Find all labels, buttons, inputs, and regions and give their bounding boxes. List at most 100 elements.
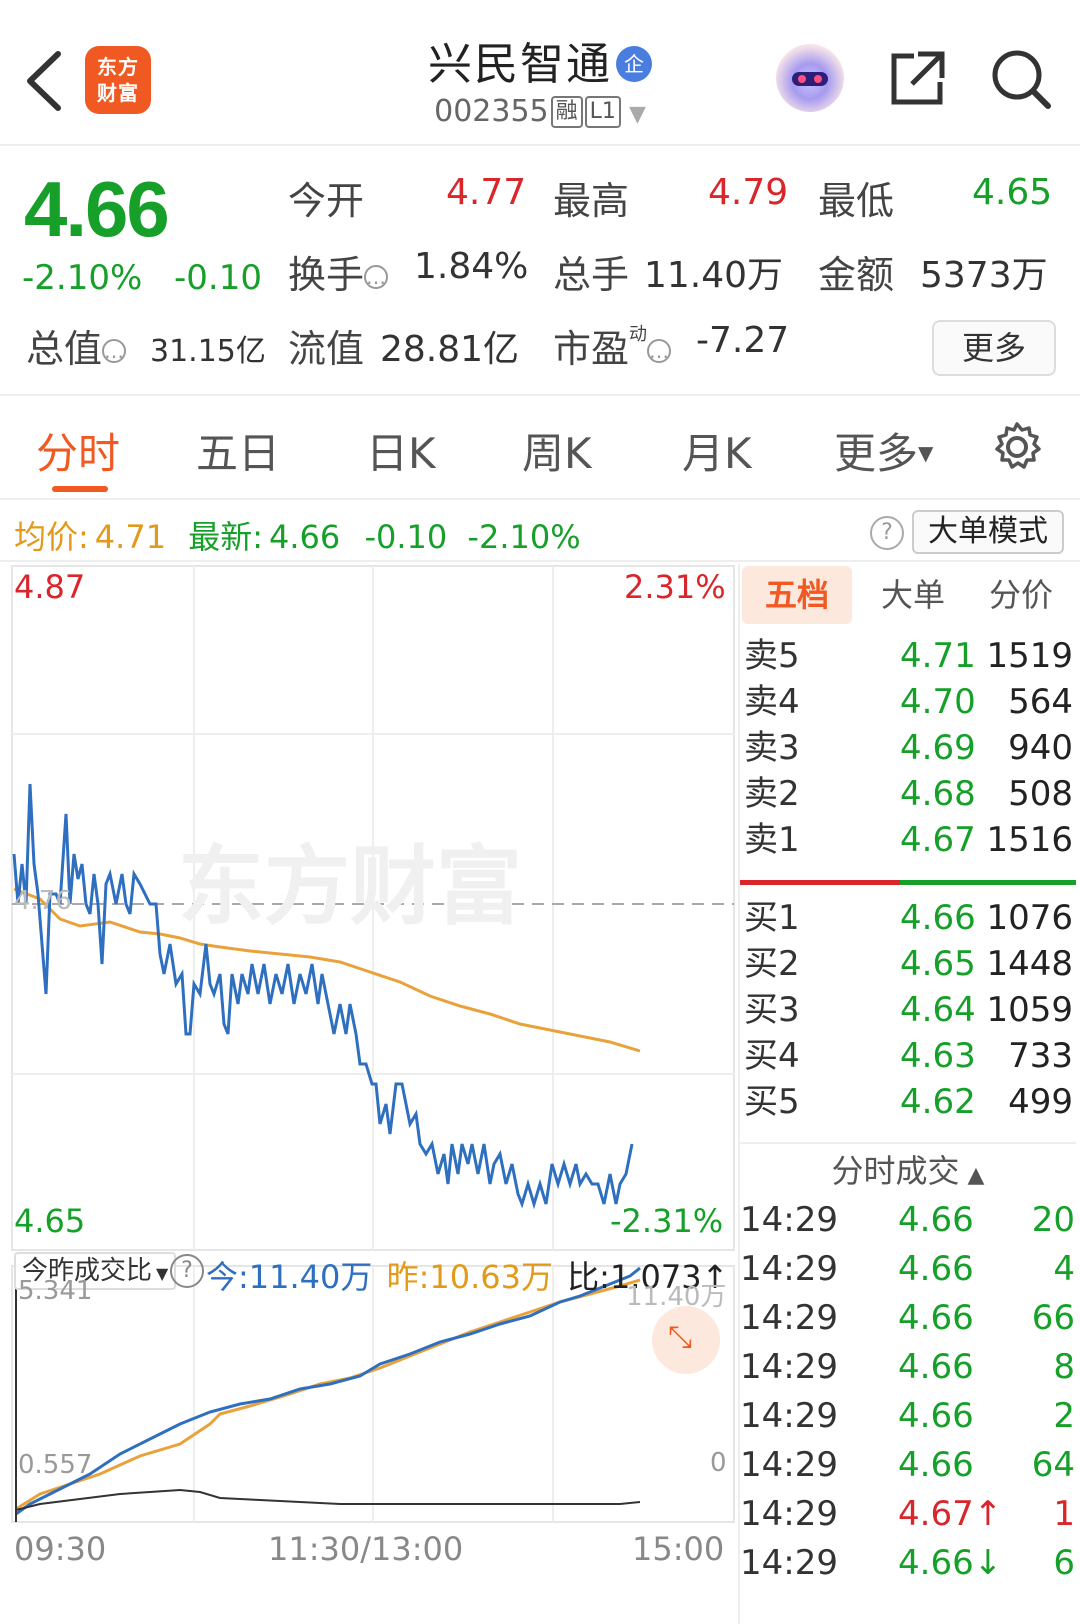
ask-volume: 564: [1008, 682, 1073, 722]
tick-row: 14:29 4.67↑ 1: [740, 1490, 1075, 1539]
big-order-mode-button[interactable]: 大单模式: [912, 510, 1064, 554]
tab-more[interactable]: 更多▼: [834, 420, 933, 481]
ask-volume: 1519: [986, 636, 1073, 676]
pe-label[interactable]: 市盈动…: [553, 318, 672, 373]
tick-price: 4.66: [898, 1347, 974, 1387]
bid-price: 4.64: [900, 990, 976, 1030]
time-end: 15:00: [632, 1530, 725, 1568]
tick-row: 14:29 4.66 2: [740, 1392, 1075, 1441]
bid-price: 4.62: [900, 1082, 976, 1122]
ask-label: 卖1: [744, 820, 800, 860]
avg-label: 均价:: [14, 518, 89, 556]
vol-axis-bottom-left: 0.557: [18, 1450, 93, 1480]
tick-price: 4.66: [898, 1396, 974, 1436]
tick-price: 4.66: [898, 1445, 974, 1485]
mascot-icon[interactable]: [776, 44, 844, 112]
change-pct: -2.10%: [22, 258, 143, 298]
gear-icon[interactable]: [990, 420, 1044, 474]
tick-price: 4.66↓: [898, 1543, 1003, 1583]
divider: [740, 1142, 1076, 1144]
ask-bid-split-green: [900, 880, 1076, 885]
ask-row: 卖3 4.69 940: [740, 724, 1075, 772]
ask-label: 卖3: [744, 728, 800, 768]
ask-bid-split-red: [740, 880, 900, 885]
more-button[interactable]: 更多: [932, 320, 1056, 376]
stock-code: 002355: [434, 94, 549, 129]
bid-row: 买2 4.65 1448: [740, 940, 1075, 988]
tick-time: 14:29: [740, 1543, 838, 1583]
tick-price: 4.66: [898, 1249, 974, 1289]
bid-label: 买2: [744, 944, 800, 984]
ask-row: 卖1 4.67 1516: [740, 816, 1075, 864]
tab-weekly-k[interactable]: 周K: [522, 420, 592, 481]
tick-price: 4.66: [898, 1200, 974, 1240]
info-icon[interactable]: …: [102, 339, 127, 363]
intraday-chart[interactable]: 东方财富: [0, 564, 736, 1624]
info-icon[interactable]: …: [647, 339, 672, 363]
axis-price-high: 4.87: [14, 568, 86, 606]
ask-price: 4.67: [900, 820, 976, 860]
tick-volume: 2: [1053, 1396, 1075, 1436]
pe-value: -7.27: [696, 320, 790, 361]
tick-volume: 6: [1053, 1543, 1075, 1583]
mktcap-label[interactable]: 总值…: [26, 318, 127, 373]
tick-row: 14:29 4.66 66: [740, 1294, 1075, 1343]
caret-down-icon: ▼: [628, 102, 646, 127]
tab-five-levels[interactable]: 五档: [742, 566, 852, 624]
tick-volume: 64: [1031, 1445, 1075, 1485]
quote-panel: 4.66 -2.10% -0.10 今开 4.77 最高 4.79 最低 4.6…: [0, 148, 1080, 396]
bid-volume: 499: [1008, 1082, 1073, 1122]
low-label: 最低: [818, 179, 895, 223]
mktcap-value: 31.15亿: [150, 334, 266, 369]
tick-row: 14:29 4.66↓ 6: [740, 1539, 1075, 1588]
info-icon[interactable]: …: [364, 265, 389, 289]
axis-pct-high: 2.31%: [624, 568, 726, 606]
vol-axis-top-left: 5.341: [18, 1276, 93, 1306]
tab-price-dist[interactable]: 分价: [966, 566, 1076, 624]
ask-volume: 508: [1008, 774, 1073, 814]
today-volume-line: [15, 1266, 641, 1516]
bid-volume: 733: [1008, 1036, 1073, 1076]
tab-daily-k[interactable]: 日K: [366, 420, 436, 481]
ticks-header[interactable]: 分时成交 ▲: [740, 1146, 1076, 1201]
tab-monthly-k[interactable]: 月K: [682, 420, 752, 481]
ask-label: 卖4: [744, 682, 800, 722]
ask-row: 卖4 4.70 564: [740, 678, 1075, 726]
prev-close-label: 4.76: [14, 886, 72, 916]
turnover-value: 1.84%: [414, 246, 529, 287]
latest-value: 4.66: [269, 518, 341, 556]
ask-volume: 940: [1008, 728, 1073, 768]
help-icon[interactable]: ?: [170, 1254, 204, 1288]
ask-price: 4.68: [900, 774, 976, 814]
search-icon[interactable]: [990, 48, 1052, 110]
bid-volume: 1076: [986, 898, 1073, 938]
tick-row: 14:29 4.66 8: [740, 1343, 1075, 1392]
axis-pct-low: -2.31%: [610, 1202, 724, 1240]
bid-label: 买1: [744, 898, 800, 938]
share-icon[interactable]: [888, 50, 946, 108]
tick-time: 14:29: [740, 1396, 838, 1436]
open-value: 4.77: [446, 172, 527, 213]
avg-value: 4.71: [94, 518, 167, 556]
expand-icon[interactable]: ⤡: [668, 1320, 692, 1355]
chart-area[interactable]: 东方财富 4.87 2.31% 4.65 -2.31% 4.76 今昨成交比 ▼ …: [0, 564, 736, 1624]
tick-time: 14:29: [740, 1494, 838, 1534]
vol-axis-bottom-right: 0: [710, 1448, 727, 1478]
help-icon[interactable]: ?: [870, 516, 904, 550]
bid-label: 买4: [744, 1036, 800, 1076]
tab-five-day[interactable]: 五日: [196, 420, 280, 481]
tick-time: 14:29: [740, 1347, 838, 1387]
tab-intraday[interactable]: 分时: [36, 420, 120, 481]
turnover-label[interactable]: 换手…: [288, 244, 389, 299]
last-price: 4.66: [24, 165, 170, 253]
low-value: 4.65: [972, 172, 1053, 213]
enterprise-badge: 企: [616, 46, 652, 82]
tick-time: 14:29: [740, 1249, 838, 1289]
float-value: 28.81亿: [380, 329, 520, 370]
ask-label: 卖5: [744, 636, 800, 676]
tick-volume: 1: [1053, 1494, 1075, 1534]
tab-big-orders[interactable]: 大单: [858, 566, 968, 624]
yesterday-volume-line: [15, 1278, 641, 1511]
price-info-line: 均价: 4.71 最新: 4.66 -0.10 -2.10% ? 大单模式: [0, 502, 1080, 562]
latest-pct: -2.10%: [467, 518, 581, 556]
